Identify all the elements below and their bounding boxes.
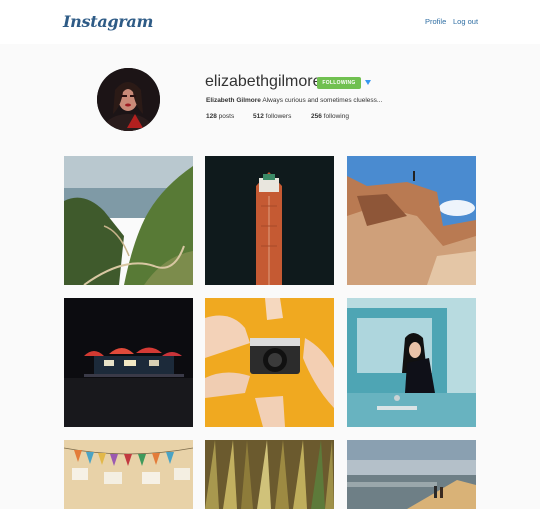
post-thumbnail[interactable] xyxy=(64,298,193,427)
posts-count: 128 xyxy=(206,113,217,120)
following-count: 256 xyxy=(311,113,322,120)
top-bar: Instagram Profile Log out xyxy=(0,0,540,44)
followers-count: 512 xyxy=(253,113,264,120)
posts-label: posts xyxy=(218,113,235,120)
post-thumbnail[interactable] xyxy=(205,298,334,427)
chevron-down-icon[interactable] xyxy=(365,80,371,85)
username: elizabethgilmore xyxy=(205,73,322,90)
full-name: Elizabeth Gilmore xyxy=(206,97,261,104)
nav-logout-link[interactable]: Log out xyxy=(453,17,478,26)
followers-label: followers xyxy=(265,113,292,120)
post-thumbnail[interactable] xyxy=(347,440,476,509)
posts-stat: 128 posts xyxy=(206,113,234,120)
post-thumbnail[interactable] xyxy=(347,298,476,427)
nav-profile-link[interactable]: Profile xyxy=(425,17,446,26)
post-thumbnail[interactable] xyxy=(205,440,334,509)
post-thumbnail[interactable] xyxy=(347,156,476,285)
followers-stat[interactable]: 512 followers xyxy=(253,113,291,120)
bio-text: Always curious and sometimes clueless... xyxy=(262,97,383,104)
avatar[interactable] xyxy=(97,68,160,131)
following-label: following xyxy=(323,113,349,120)
following-button[interactable]: FOLLOWING xyxy=(317,77,361,89)
post-thumbnail[interactable] xyxy=(205,156,334,285)
instagram-logo[interactable]: Instagram xyxy=(63,12,153,31)
post-thumbnail[interactable] xyxy=(64,156,193,285)
following-stat[interactable]: 256 following xyxy=(311,113,349,120)
post-thumbnail[interactable] xyxy=(64,440,193,509)
bio: Elizabeth Gilmore Always curious and som… xyxy=(206,97,382,104)
